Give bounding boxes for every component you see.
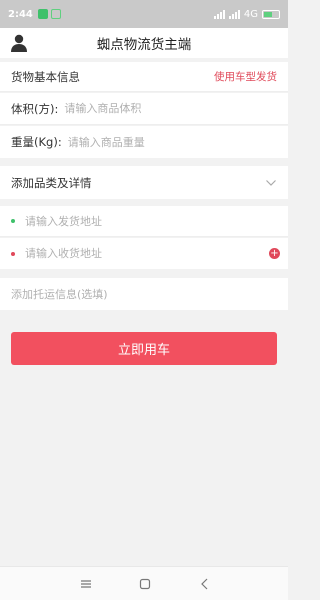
volume-row: 体积(方): <box>0 93 288 125</box>
chevron-down-icon <box>266 179 276 186</box>
from-address-row <box>0 206 288 237</box>
vehicle-type-link[interactable]: 使用车型发货 <box>214 69 277 84</box>
status-bar: 2:44 4G <box>0 0 288 28</box>
volume-input[interactable] <box>64 102 245 115</box>
from-dot-icon <box>11 219 15 223</box>
signal-icon <box>213 9 225 19</box>
category-label: 添加品类及详情 <box>11 175 92 190</box>
category-row[interactable]: 添加品类及详情 <box>0 166 288 199</box>
consign-input[interactable] <box>11 287 271 301</box>
to-address-row: + <box>0 238 288 269</box>
weight-row: 重量(Kg): <box>0 126 288 158</box>
system-nav-bar <box>0 566 288 600</box>
menu-icon[interactable] <box>80 578 92 590</box>
header: 蜘点物流货主端 <box>0 28 288 58</box>
consign-row <box>0 278 288 310</box>
weight-label: 重量(Kg): <box>11 135 62 149</box>
volume-label: 体积(方): <box>11 101 59 116</box>
home-icon[interactable] <box>139 578 151 590</box>
user-icon[interactable] <box>10 33 28 53</box>
app-notification-icon <box>50 9 61 19</box>
back-icon[interactable] <box>199 578 211 590</box>
add-address-plus-icon[interactable]: + <box>269 248 280 259</box>
page-title: 蜘点物流货主端 <box>96 37 192 53</box>
wechat-icon <box>37 9 48 19</box>
goods-info-header: 货物基本信息 使用车型发货 <box>0 62 288 92</box>
submit-button[interactable]: 立即用车 <box>11 332 277 365</box>
status-time: 2:44 <box>8 8 33 20</box>
to-address-input[interactable] <box>25 247 205 260</box>
to-dot-icon <box>11 251 15 256</box>
goods-info-title: 货物基本信息 <box>11 69 80 84</box>
weight-input[interactable] <box>67 135 248 149</box>
battery-icon <box>262 9 280 19</box>
from-address-input[interactable] <box>25 214 205 228</box>
signal-2-icon <box>228 9 240 19</box>
network-type: 4G <box>243 8 258 20</box>
